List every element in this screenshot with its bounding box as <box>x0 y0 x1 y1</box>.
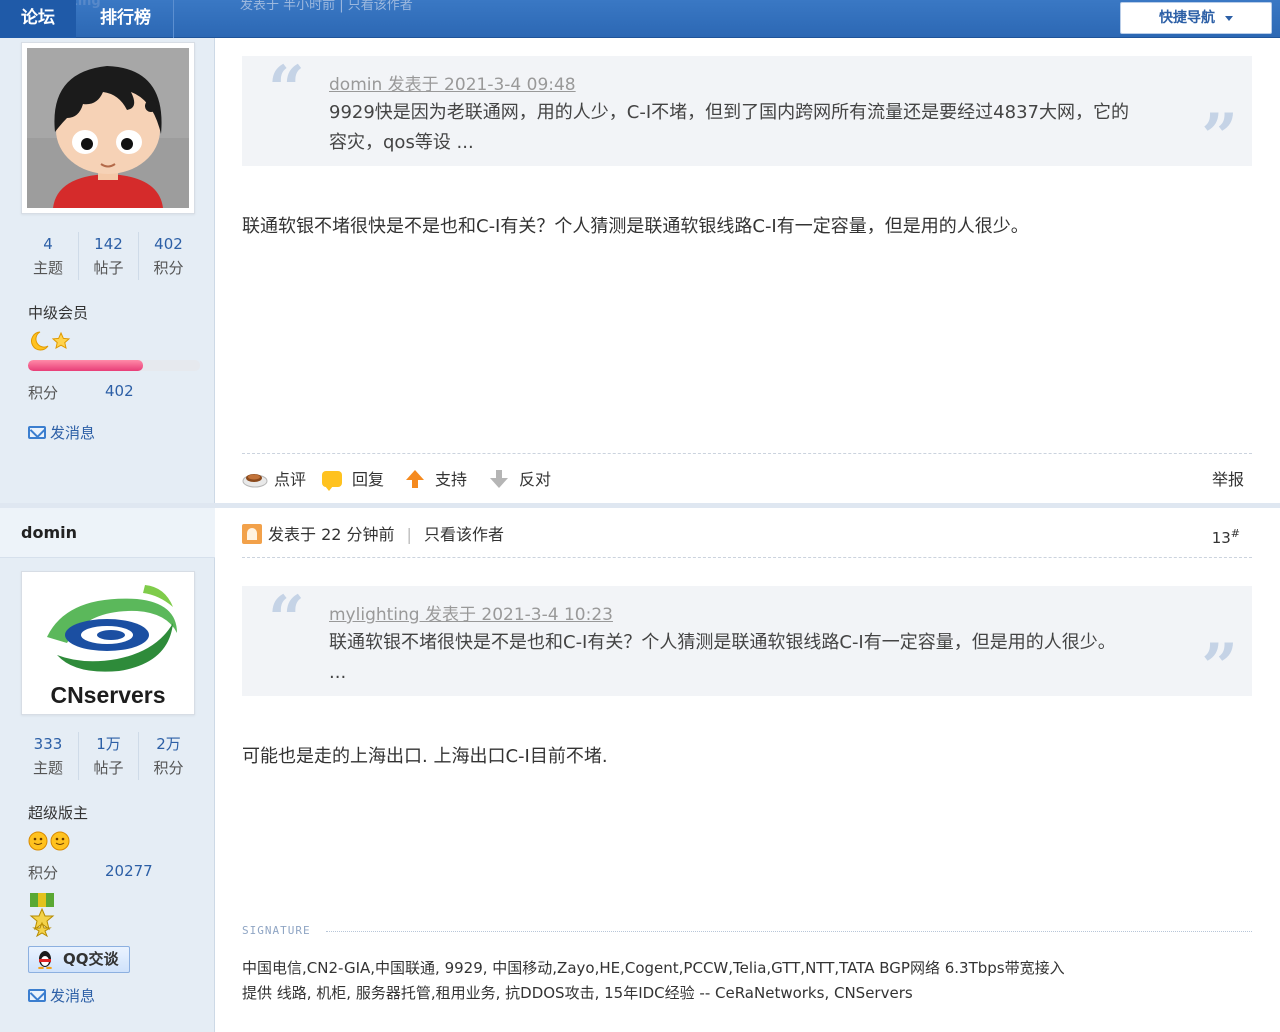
quote-body: 9929快是因为老联通网，用的人少，C-I不堵，但到了国内跨网所有流量还是要经过… <box>329 98 1149 158</box>
author-stats: 333 主题 1万帖子 2万积分 <box>18 732 198 780</box>
threads-count[interactable]: 333 <box>18 732 78 756</box>
support-button[interactable]: 支持 <box>405 467 467 493</box>
send-message-link[interactable]: 发消息 <box>28 422 95 443</box>
cnservers-logo-icon: CNservers <box>27 577 189 709</box>
points-row: 积分 20277 <box>28 862 153 883</box>
open-quote-icon: “ <box>268 52 305 127</box>
oppose-label: 反对 <box>519 470 552 489</box>
reply-label: 回复 <box>352 470 385 489</box>
threads-label: 主题 <box>32 259 63 277</box>
post-header: 发表于 22 分钟前 | 只看该作者 13# <box>242 521 1252 547</box>
signature-line: 中国电信,CN2-GIA,中国联通, 9929, 中国移动,Zayo,HE,Co… <box>242 959 1065 977</box>
open-quote-icon: “ <box>268 582 305 657</box>
points-count[interactable]: 2万 <box>139 732 198 756</box>
nav-rank-tab[interactable]: 排行榜 <box>78 0 174 38</box>
floor-mark: # <box>1230 527 1240 540</box>
rank-title[interactable]: 中级会员 <box>28 302 88 323</box>
quote-body: 联通软银不堵很快是不是也和C-I有关？个人猜测是联通软银线路C-I有一定容量，但… <box>329 628 1149 688</box>
posts-count[interactable]: 142 <box>79 232 138 256</box>
quote-line: ... <box>329 662 347 683</box>
logo-wordmark: CNservers <box>50 682 165 708</box>
level-progress-fill <box>28 360 144 371</box>
threads-label: 主题 <box>32 759 63 777</box>
points-row-value: 402 <box>105 382 134 400</box>
points-row-label: 积分 <box>28 384 59 402</box>
smiley-rank-icon <box>28 831 70 851</box>
qq-penguin-icon <box>38 951 52 969</box>
qq-chat-label: QQ交谈 <box>63 950 119 968</box>
medal-icon[interactable] <box>28 893 56 937</box>
points-row: 积分 402 <box>28 382 134 403</box>
author-username[interactable]: domin <box>21 523 77 542</box>
threads-count[interactable]: 4 <box>18 232 78 256</box>
signature-label: SIGNATURE <box>242 924 311 937</box>
qq-chat-button[interactable]: QQ交谈 <box>28 946 130 973</box>
ghost-post-header: 发表于 半小时前 | 只看该作者 <box>240 0 413 13</box>
posts-label: 帖子 <box>93 259 124 277</box>
posts-count[interactable]: 1万 <box>79 732 138 756</box>
cartoon-boy-avatar-icon <box>27 48 189 208</box>
send-message-label: 发消息 <box>50 987 96 1005</box>
signature-line: 提供 线路, 机柜, 服务器托管,租用业务, 抗DDOS攻击, 15年IDC经验… <box>242 984 913 1002</box>
floor-value: 13 <box>1211 529 1231 547</box>
arrow-up-icon <box>406 470 424 488</box>
quote-block: “ domin 发表于 2021-3-4 09:48 9929快是因为老联通网，… <box>242 52 1252 170</box>
author-stats: 4 主题 142 帖子 402 积分 <box>18 232 198 280</box>
quote-header-link[interactable]: domin 发表于 2021-3-4 09:48 <box>329 70 576 95</box>
floor-number[interactable]: 13# <box>1212 527 1240 547</box>
post-body-text: 联通软银不堵很快是不是也和C-I有关？个人猜测是联通软银线路C-I有一定容量，但… <box>242 216 1029 237</box>
moon-star-rank-icon <box>31 331 71 351</box>
level-progress-bar <box>28 360 200 371</box>
points-label: 积分 <box>153 759 184 777</box>
nav-forum-tab[interactable]: 论坛 <box>0 0 76 38</box>
reply-button[interactable]: 回复 <box>322 467 384 493</box>
points-row-value: 20277 <box>105 862 153 880</box>
quick-nav-button[interactable]: 快捷导航 <box>1120 2 1272 34</box>
rank-title[interactable]: 超级版主 <box>28 802 88 823</box>
signature-divider <box>326 931 1252 932</box>
quote-header-link[interactable]: mylighting 发表于 2021-3-4 10:23 <box>329 600 613 625</box>
quote-line: 联通软银不堵很快是不是也和C-I有关？个人猜测是联通软银线路C-I有一定容量，但… <box>329 632 1116 653</box>
oppose-button[interactable]: 反对 <box>489 467 551 493</box>
avatar[interactable] <box>21 42 195 214</box>
quote-line: 容灾，qos等设 ... <box>329 132 474 153</box>
report-link[interactable]: 举报 <box>1212 467 1244 493</box>
coffee-cup-icon <box>242 474 268 488</box>
send-message-link[interactable]: 发消息 <box>28 985 95 1006</box>
divider <box>242 557 1252 558</box>
only-author-link[interactable]: 只看该作者 <box>424 525 504 544</box>
envelope-icon <box>28 989 46 1002</box>
quick-nav-label: 快捷导航 <box>1159 10 1215 26</box>
reply-bubble-icon <box>322 471 342 491</box>
send-message-label: 发消息 <box>50 424 96 442</box>
posts-label: 帖子 <box>93 759 124 777</box>
post-body-text: 可能也是走的上海出口. 上海出口C-I目前不堵. <box>242 746 608 767</box>
points-row-label: 积分 <box>28 864 59 882</box>
quote-line: 9929快是因为老联通网，用的人少，C-I不堵，但到了国内跨网所有流量还是要经过… <box>329 102 1129 123</box>
envelope-icon <box>28 426 46 439</box>
poster-icon <box>242 524 262 544</box>
arrow-down-icon <box>490 470 508 488</box>
points-count[interactable]: 402 <box>139 232 198 256</box>
post-actions-bar: 点评 回复 支持 反对 举报 <box>242 467 1252 493</box>
close-quote-icon: ” <box>1201 630 1238 705</box>
top-nav-bar: mylighting 论坛 排行榜 发表于 半小时前 | 只看该作者 快捷导航 <box>0 0 1280 38</box>
quote-block: “ mylighting 发表于 2021-3-4 10:23 联通软银不堵很快… <box>242 582 1252 700</box>
close-quote-icon: ” <box>1201 100 1238 175</box>
divider <box>242 453 1252 454</box>
comment-button[interactable]: 点评 <box>242 467 306 493</box>
comment-label: 点评 <box>274 470 307 489</box>
support-label: 支持 <box>435 470 468 489</box>
chevron-down-icon <box>1225 15 1233 21</box>
points-label: 积分 <box>153 259 184 277</box>
post-time: 发表于 22 分钟前 <box>268 525 395 544</box>
avatar[interactable]: CNservers <box>21 571 195 715</box>
header-separator: | <box>406 525 412 544</box>
